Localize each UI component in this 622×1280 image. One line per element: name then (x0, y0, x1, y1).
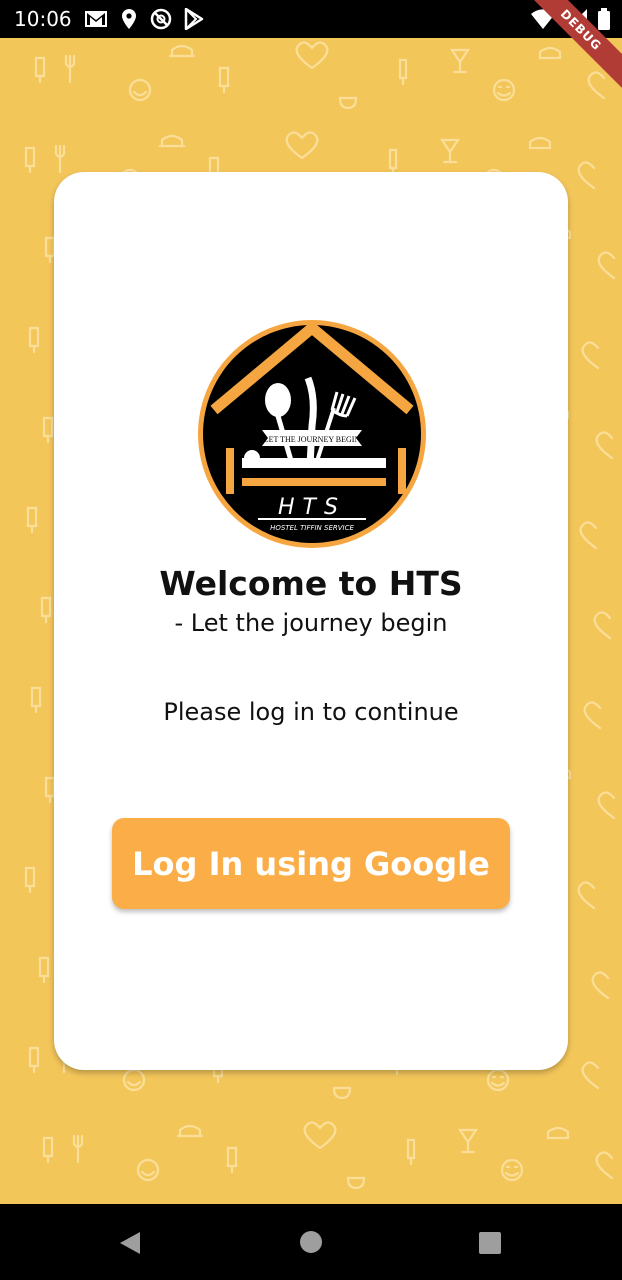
welcome-subtitle: - Let the journey begin (174, 609, 448, 637)
login-prompt-text: Please log in to continue (163, 698, 459, 726)
status-bar: 10:06 (0, 0, 622, 38)
do-not-disturb-icon (150, 8, 172, 30)
recent-apps-icon[interactable] (478, 1231, 502, 1255)
status-time: 10:06 (14, 7, 72, 31)
navigation-bar (0, 1204, 622, 1280)
google-login-button[interactable]: Log In using Google (112, 818, 510, 909)
login-card: LET THE JOURNEY BEGIN HTS HOSTEL TIFFIN … (54, 172, 568, 1070)
back-icon[interactable] (118, 1230, 142, 1256)
home-icon[interactable] (299, 1230, 323, 1254)
status-notification-icons (84, 8, 204, 30)
logo-banner-text: LET THE JOURNEY BEGIN (264, 435, 361, 444)
hts-logo: LET THE JOURNEY BEGIN HTS HOSTEL TIFFIN … (198, 320, 426, 548)
gmail-icon (85, 11, 107, 27)
location-icon (122, 9, 136, 29)
logo-tagline-text: HOSTEL TIFFIN SERVICE (270, 524, 354, 532)
battery-icon (598, 8, 610, 30)
logo-brand-text: HTS (278, 495, 346, 520)
welcome-title: Welcome to HTS (159, 564, 463, 603)
play-store-icon (184, 8, 204, 30)
